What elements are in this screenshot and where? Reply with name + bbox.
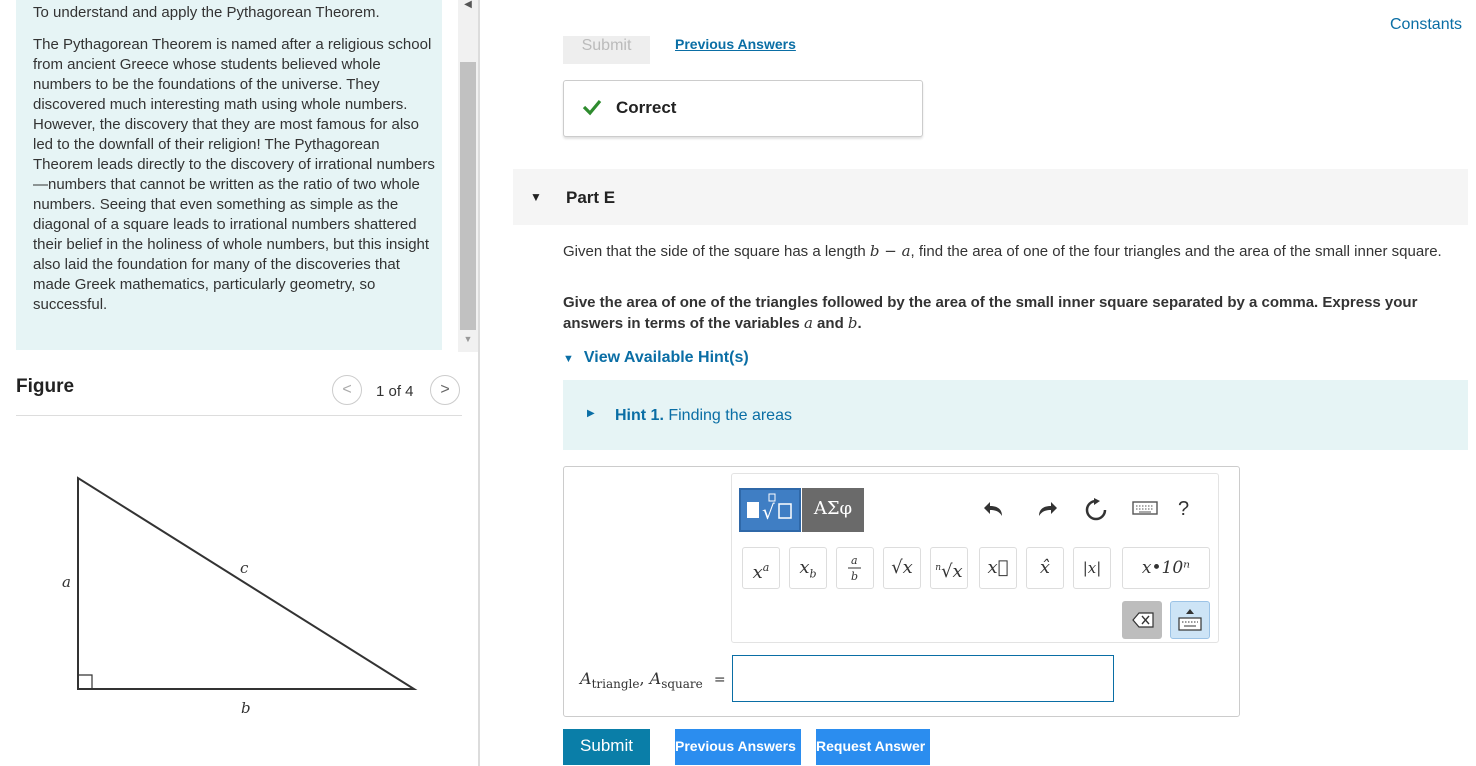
scientific-notation-button[interactable]: x•10ⁿ [1122,547,1210,589]
answer-input[interactable] [732,655,1114,702]
previous-answers-link[interactable]: Previous Answers [675,36,796,52]
keyboard-icon [1178,609,1202,631]
chevron-left-icon: < [342,381,352,398]
chevron-right-icon: > [440,381,450,398]
constants-link[interactable]: Constants [1390,16,1462,34]
backspace-button[interactable] [1122,601,1162,639]
figure-heading: Figure [16,376,75,397]
unit-vector-button[interactable]: x̂ [1026,547,1064,589]
scroll-down-arrow-icon[interactable]: ▼ [460,332,476,346]
intro-text: The Pythagorean Theorem is named after a… [33,36,435,313]
keyboard-shortcuts-icon[interactable] [1128,498,1162,522]
help-button[interactable]: ? [1178,498,1189,521]
subscript-button[interactable]: xb [789,547,827,589]
figure-divider [16,415,462,416]
feedback-status: Correct [616,98,677,117]
hint-title: Finding the areas [668,407,792,424]
scroll-up-arrow-icon[interactable]: ◀ [460,0,476,12]
answer-area: √ ΑΣφ ? xa xb ab √x n√x x⃗ x̂ |x| x•10ⁿ [563,466,1240,717]
instruction-pre: Give the area of one of the triangles fo… [563,294,1418,332]
submit-button-disabled: Submit [563,36,650,64]
hint-1-link[interactable]: Hint 1. Finding the areas [615,407,792,425]
absolute-value-button[interactable]: |x| [1073,547,1111,589]
pane-divider[interactable] [478,0,480,766]
backspace-icon [1132,612,1154,628]
svg-text:√: √ [762,500,775,524]
right-angle-marker [78,674,93,689]
side-label-a: a [62,573,71,591]
request-answer-button[interactable]: Request Answer [816,729,930,765]
nth-root-button[interactable]: n√x [930,547,968,589]
view-hints-label: View Available Hint(s) [583,349,749,366]
check-icon [582,99,602,116]
side-label-b: b [241,699,251,717]
hint-number: Hint 1. [615,407,664,424]
feedback-box: Correct [563,80,923,137]
instruction-and: and [812,315,848,332]
part-title: Part E [566,188,616,207]
instruction-var-b: b [847,314,858,332]
caret-down-icon: ▼ [563,353,574,365]
left-pane: To understand and apply the Pythagorean … [0,0,480,766]
question-text: Given that the side of the square has a … [563,241,1463,262]
answer-label: Atriangle, Asquare = [580,669,726,692]
templates-button[interactable]: √ [739,488,801,532]
figure-counter: 1 of 4 [376,383,414,400]
view-hints-toggle[interactable]: ▼ View Available Hint(s) [563,349,749,367]
undo-icon[interactable] [980,498,1008,522]
triangle-shape [77,476,418,690]
keyboard-toggle-button[interactable] [1170,601,1210,639]
svg-text:b: b [851,570,858,583]
fraction-button[interactable]: ab [836,547,874,589]
learning-goal: To understand and apply the Pythagorean … [33,4,380,21]
math-toolbar: √ ΑΣφ ? xa xb ab √x n√x x⃗ x̂ |x| x•10ⁿ [731,473,1219,643]
caret-right-icon: ▶ [587,408,595,419]
side-label-c: c [240,559,249,577]
reset-icon[interactable] [1082,498,1110,522]
caret-down-icon: ▼ [530,190,542,204]
instruction-var-a: a [803,314,813,332]
redo-icon[interactable] [1033,498,1061,522]
question-post: , find the area of one of the four trian… [910,243,1442,260]
part-header[interactable]: ▼ Part E [513,169,1468,225]
next-figure-button[interactable]: > [430,375,460,405]
templates-icon: √ [747,493,792,524]
previous-figure-button[interactable]: < [332,375,362,405]
superscript-button[interactable]: xa [742,547,780,589]
greek-symbols-button[interactable]: ΑΣφ [802,488,864,532]
scroll-thumb[interactable] [460,62,476,330]
vector-button[interactable]: x⃗ [979,547,1017,589]
right-triangle-figure: a c b [62,476,418,717]
answer-instructions: Give the area of one of the triangles fo… [563,292,1463,334]
question-pre: Given that the side of the square has a … [563,243,870,260]
intro-panel: To understand and apply the Pythagorean … [16,0,442,350]
hint-panel: ▶ Hint 1. Finding the areas [563,380,1468,450]
svg-text:a: a [851,554,858,567]
submit-button[interactable]: Submit [563,729,650,765]
square-root-button[interactable]: √x [883,547,921,589]
question-math: b − a [869,242,911,260]
previous-answers-button[interactable]: Previous Answers [675,729,801,765]
instruction-end: . [857,315,862,332]
